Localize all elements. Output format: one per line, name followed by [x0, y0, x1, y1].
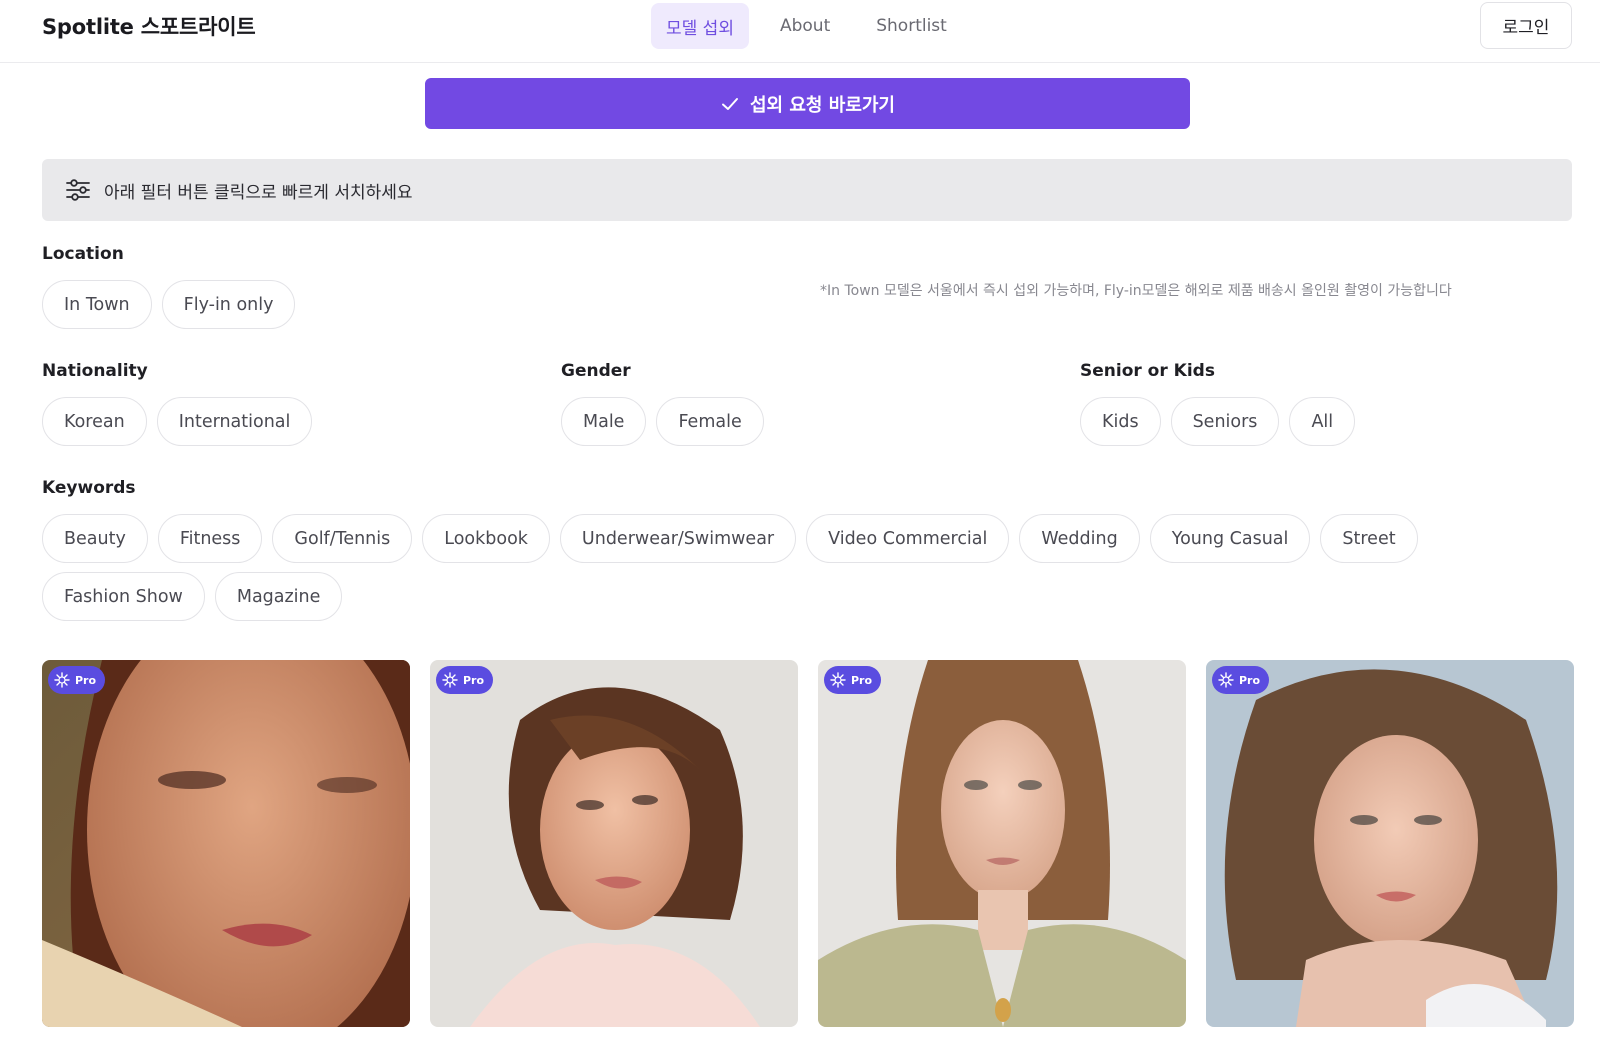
model-photo [818, 660, 1186, 1027]
login-button[interactable]: 로그인 [1480, 2, 1572, 49]
pro-badge: Pro [824, 666, 882, 694]
page: Spotlite 스포트라이트 모델 섭외 About Shortlist 로그… [0, 0, 1600, 1040]
chip-male[interactable]: Male [561, 397, 647, 446]
nationality-options: Korean International [42, 397, 313, 446]
top-nav-bar: Spotlite 스포트라이트 모델 섭외 About Shortlist 로그… [0, 0, 1600, 63]
senior-kids-options: Kids Seniors All [1080, 397, 1356, 446]
pro-badge-label: Pro [1239, 673, 1261, 687]
gender-options: Male Female [561, 397, 764, 446]
chip-golf-tennis[interactable]: Golf/Tennis [272, 514, 413, 563]
chip-international[interactable]: International [156, 397, 313, 446]
pro-badge-label: Pro [851, 673, 873, 687]
sparkle-icon [442, 672, 458, 688]
chip-magazine[interactable]: Magazine [214, 572, 343, 621]
sparkle-icon [54, 672, 70, 688]
model-photo [1206, 660, 1574, 1027]
pro-badge: Pro [1212, 666, 1270, 694]
nav-item-shortlist[interactable]: Shortlist [861, 3, 962, 49]
chip-wedding[interactable]: Wedding [1019, 514, 1140, 563]
pro-badge-label: Pro [75, 673, 97, 687]
pro-badge: Pro [48, 666, 106, 694]
chip-lookbook[interactable]: Lookbook [422, 514, 550, 563]
main-nav: 모델 섭외 About Shortlist [651, 3, 962, 49]
keywords-options-row-1: Beauty Fitness Golf/Tennis Lookbook Unde… [42, 514, 1418, 563]
senior-kids-label: Senior or Kids [1080, 361, 1215, 381]
chip-in-town[interactable]: In Town [42, 280, 152, 329]
chip-female[interactable]: Female [656, 397, 764, 446]
sparkle-icon [1218, 672, 1234, 688]
pro-badge: Pro [436, 666, 494, 694]
location-label: Location [42, 244, 124, 264]
chip-beauty[interactable]: Beauty [42, 514, 148, 563]
chip-korean[interactable]: Korean [42, 397, 147, 446]
model-card-grid: Pro Pro Pro Pro [42, 660, 1574, 1027]
chip-kids[interactable]: Kids [1080, 397, 1161, 446]
nav-item-model-casting[interactable]: 모델 섭외 [651, 3, 749, 49]
sliders-icon [66, 179, 90, 201]
model-card[interactable]: Pro [818, 660, 1186, 1027]
chip-underwear-swimwear[interactable]: Underwear/Swimwear [559, 514, 797, 563]
chip-all[interactable]: All [1289, 397, 1356, 446]
chip-fly-in-only[interactable]: Fly-in only [161, 280, 296, 329]
chip-fashion-show[interactable]: Fashion Show [42, 572, 205, 621]
casting-request-button[interactable]: 섭외 요청 바로가기 [425, 78, 1190, 129]
check-icon [721, 97, 738, 110]
casting-request-label: 섭외 요청 바로가기 [749, 94, 895, 116]
model-card[interactable]: Pro [1206, 660, 1574, 1027]
sparkle-icon [830, 672, 846, 688]
location-options: In Town Fly-in only [42, 280, 296, 329]
brand-logo[interactable]: Spotlite 스포트라이트 [42, 11, 256, 41]
chip-street[interactable]: Street [1320, 514, 1418, 563]
chip-video-commercial[interactable]: Video Commercial [806, 514, 1010, 563]
chip-seniors[interactable]: Seniors [1170, 397, 1280, 446]
chip-young-casual[interactable]: Young Casual [1149, 514, 1311, 563]
location-note: *In Town 모델은 서울에서 즉시 섭외 가능하며, Fly-in모델은 … [820, 283, 1452, 299]
model-photo [42, 660, 410, 1027]
chip-fitness[interactable]: Fitness [157, 514, 263, 563]
model-card[interactable]: Pro [430, 660, 798, 1027]
filter-hint-bar: 아래 필터 버튼 클릭으로 빠르게 서치하세요 [42, 159, 1572, 221]
nationality-label: Nationality [42, 361, 148, 381]
model-photo [430, 660, 798, 1027]
keywords-options-row-2: Fashion Show Magazine [42, 572, 343, 621]
keywords-label: Keywords [42, 478, 136, 498]
filter-hint-text: 아래 필터 버튼 클릭으로 빠르게 서치하세요 [104, 182, 413, 203]
pro-badge-label: Pro [463, 673, 485, 687]
nav-item-about[interactable]: About [765, 3, 845, 49]
gender-label: Gender [561, 361, 631, 381]
model-card[interactable]: Pro [42, 660, 410, 1027]
